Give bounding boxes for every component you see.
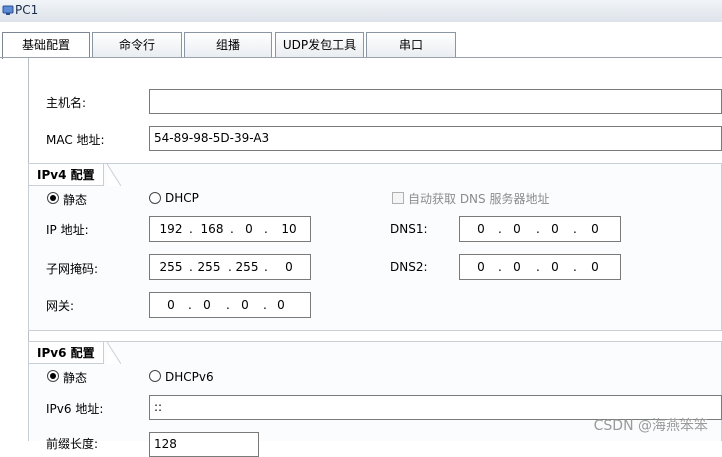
- ipv4-dhcp-label: DHCP: [165, 191, 199, 205]
- tab-command-line[interactable]: 命令行: [92, 32, 182, 57]
- dns2-field[interactable]: 0. 0. 0. 0: [459, 254, 621, 280]
- tab-udp-tool[interactable]: UDP发包工具: [275, 32, 364, 57]
- ipv4-dhcp-radio[interactable]: [149, 192, 161, 204]
- group-tab-slant: [107, 164, 121, 186]
- window-titlebar: PC1: [0, 0, 722, 23]
- dns1-label: DNS1:: [390, 222, 428, 236]
- mac-label: MAC 地址:: [46, 133, 105, 147]
- ipv4-static-label: 静态: [63, 193, 88, 207]
- watermark: CSDN @海燕笨笨: [593, 418, 708, 434]
- group-tab-slant: [107, 342, 121, 364]
- ip-address-label: IP 地址:: [46, 223, 89, 237]
- gateway-field[interactable]: 0. 0. 0. 0: [149, 292, 311, 318]
- ipv6-static-radio[interactable]: [47, 370, 59, 382]
- ipv4-group: IPv4 配置: [28, 163, 722, 331]
- network-icon: [2, 5, 14, 15]
- subnet-mask-field[interactable]: 255. 255. 255. 0: [149, 254, 311, 280]
- ipv6-dhcp-label: DHCPv6: [165, 370, 214, 384]
- mac-address-field[interactable]: 54-89-98-5D-39-A3: [149, 126, 722, 151]
- tab-multicast[interactable]: 组播: [184, 32, 272, 57]
- ipv4-static-radio[interactable]: [47, 192, 59, 204]
- ipv6-section-title: IPv6 配置: [29, 342, 104, 364]
- tab-serial[interactable]: 串口: [366, 32, 456, 57]
- tab-strip: 基础配置 命令行 组播 UDP发包工具 串口: [0, 22, 722, 59]
- ipv6-static-label: 静态: [63, 371, 88, 385]
- ip-address-field[interactable]: 192. 168. 0. 10: [149, 216, 311, 242]
- subnet-mask-label: 子网掩码:: [46, 262, 99, 276]
- prefix-length-field[interactable]: 128: [149, 432, 259, 457]
- hostname-label: 主机名:: [46, 96, 87, 110]
- ipv6-address-label: IPv6 地址:: [46, 402, 104, 416]
- ipv4-section-title: IPv4 配置: [29, 164, 104, 186]
- prefix-length-label: 前缀长度:: [46, 437, 99, 451]
- auto-dns-checkbox[interactable]: [392, 192, 404, 204]
- window-title: PC1: [15, 3, 39, 17]
- dns1-field[interactable]: 0. 0. 0. 0: [459, 216, 621, 242]
- tab-basic-config[interactable]: 基础配置: [2, 32, 90, 59]
- hostname-input[interactable]: [149, 89, 722, 114]
- ipv6-dhcp-radio[interactable]: [149, 370, 161, 382]
- gateway-label: 网关:: [46, 299, 75, 313]
- dns2-label: DNS2:: [390, 260, 428, 274]
- auto-dns-label: 自动获取 DNS 服务器地址: [408, 192, 550, 206]
